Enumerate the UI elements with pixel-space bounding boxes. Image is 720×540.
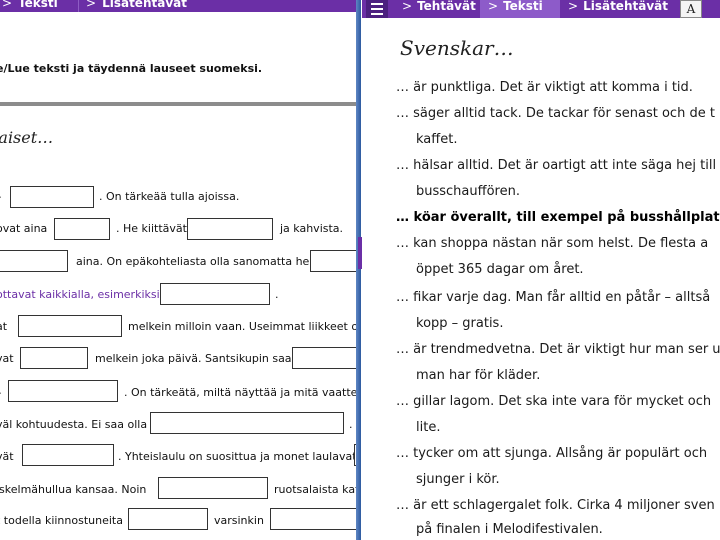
hamburger-icon-bar: [371, 13, 383, 15]
blank-input[interactable]: [10, 186, 94, 208]
tab-tehtavat-label: Tehtävät: [417, 0, 476, 13]
row-8-text-pre: väl kohtuudesta. Ei saa olla: [0, 418, 148, 431]
tab-tehtavat[interactable]: > Tehtävät: [394, 0, 478, 18]
text-line: … är trendmedvetna. Det är viktigt hur m…: [396, 342, 720, 357]
row-6-text-mid: melkein joka päivä. Santsikupin saa: [95, 352, 292, 365]
row-5-text-mid: melkein milloin vaan. Useimmat liikkeet …: [128, 320, 358, 333]
row-9-text-pre: vät: [0, 450, 14, 463]
blank-input[interactable]: [54, 218, 110, 240]
hamburger-icon-bar: [371, 8, 383, 10]
text-line: … säger alltid tack. De tackar för senas…: [396, 106, 715, 121]
blank-input[interactable]: [22, 444, 114, 466]
row-3-text-mid: aina. On epäkohteliasta olla sanomatta h…: [76, 255, 313, 268]
row-11-text-pre: t todella kiinnostuneita: [0, 514, 123, 527]
window-border[interactable]: [356, 0, 361, 540]
row-6-text-pre: vat: [0, 352, 14, 365]
row-1-text-mid: . On tärkeää tulla ajoissa.: [99, 190, 240, 203]
blank-input[interactable]: [158, 477, 268, 499]
tab-lisatehtavat[interactable]: > Lisätehtävät: [560, 0, 672, 18]
chevron-right-icon: >: [402, 0, 413, 13]
text-line: … köar överallt, till exempel på busshål…: [396, 210, 720, 225]
row-2-text-pre: ovat aina: [0, 222, 48, 235]
text-line: på finalen i Melodifestivalen.: [416, 522, 603, 537]
blank-input[interactable]: [187, 218, 273, 240]
blank-input[interactable]: [150, 412, 344, 434]
left-tab-teksti-label: Tekstí: [18, 0, 58, 10]
row-7-text-pre: –: [0, 386, 2, 399]
blank-input[interactable]: [18, 315, 122, 337]
row-10-text-pre: iskelmähullua kansaa. Noin: [0, 483, 147, 496]
row-4-text-mid: .: [275, 288, 279, 301]
dictionary-icon[interactable]: A: [680, 0, 702, 18]
text-line: … är punktliga. Det är viktigt att komma…: [396, 80, 693, 95]
blank-input[interactable]: [310, 250, 358, 272]
blank-input[interactable]: [128, 508, 208, 530]
text-line: kaffet.: [416, 132, 458, 147]
blank-input[interactable]: [0, 250, 68, 272]
row-9-text-mid: . Yhteislaulu on suosittua ja monet laul…: [118, 450, 357, 463]
hamburger-icon-bar: [371, 3, 383, 5]
tab-lisatehtavat-label: Lisätehtävät: [583, 0, 668, 13]
text-line: … hälsar alltid. Det är oartigt att inte…: [396, 158, 717, 173]
text-line: öppet 365 dagar om året.: [416, 262, 584, 277]
left-tab-lisatehtavat-label: Lisätehtävät: [102, 0, 187, 10]
tab-teksti-label: Teksti: [503, 0, 543, 13]
row-2-text-mid: . He kiittävät: [116, 222, 187, 235]
text-line: … tycker om att sjunga. Allsång är popul…: [396, 446, 708, 461]
right-pane: > Tehtävät > Teksti > Lisätehtävät A Svensk…: [362, 0, 720, 540]
text-line: kopp – gratis.: [416, 316, 504, 331]
row-8-text-mid: .: [349, 418, 353, 431]
text-line: busschauffören.: [416, 184, 520, 199]
blank-input[interactable]: [270, 508, 358, 530]
row-2-text-end: ja kahvista.: [280, 222, 344, 235]
right-tab-bar: > Tehtävät > Teksti > Lisätehtävät A: [362, 0, 720, 18]
left-tab-teksti[interactable]: > Tekstí: [2, 0, 58, 12]
text-line: sjunger i kör.: [416, 472, 500, 487]
tab-separator: [78, 0, 79, 12]
chevron-right-icon: >: [86, 0, 97, 10]
chevron-right-icon: >: [2, 0, 13, 10]
text-line: … fikar varje dag. Man får alltid en påt…: [396, 290, 711, 305]
exercise-heading: 'aiset…: [0, 128, 54, 147]
row-10-text-mid: ruotsalaista kat: [274, 483, 358, 496]
row-7-text-mid: . On tärkeätä, miltä näyttää ja mitä vaa…: [124, 386, 358, 399]
row-4-text-pre: ottavat kaikkialla, esimerkiksi: [0, 288, 160, 301]
row-11-text-mid: varsinkin: [214, 514, 264, 527]
left-tab-lisatehtavat[interactable]: > Lisätehtävät: [86, 0, 187, 12]
blank-input[interactable]: [20, 347, 88, 369]
section-divider: [0, 102, 358, 106]
text-title: Svenskar…: [400, 36, 514, 60]
blank-input[interactable]: [160, 283, 270, 305]
exercise-instruction: e/Lue teksti ja täydennä lauseet suomeks…: [0, 62, 263, 75]
chevron-right-icon: >: [488, 0, 499, 13]
text-line: … är ett schlagergalet folk. Cirka 4 mil…: [396, 498, 715, 513]
left-tab-bar: > Tekstí > Lisätehtävät: [0, 0, 358, 12]
text-line: … gillar lagom. Det ska inte vara för my…: [396, 394, 712, 409]
text-line: lite.: [416, 420, 441, 435]
left-pane: > Tekstí > Lisätehtävät e/Lue teksti ja tä…: [0, 0, 358, 540]
text-line: … kan shoppa nästan när som helst. De fl…: [396, 236, 709, 251]
blank-input[interactable]: [8, 380, 118, 402]
blank-input[interactable]: [292, 347, 358, 369]
chevron-right-icon: >: [568, 0, 579, 13]
row-1-text-pre: –: [0, 190, 2, 203]
text-line: man har för kläder.: [416, 368, 541, 383]
row-5-text-pre: at: [0, 320, 8, 333]
tab-teksti[interactable]: > Teksti: [480, 0, 560, 18]
menu-button[interactable]: [366, 0, 388, 18]
